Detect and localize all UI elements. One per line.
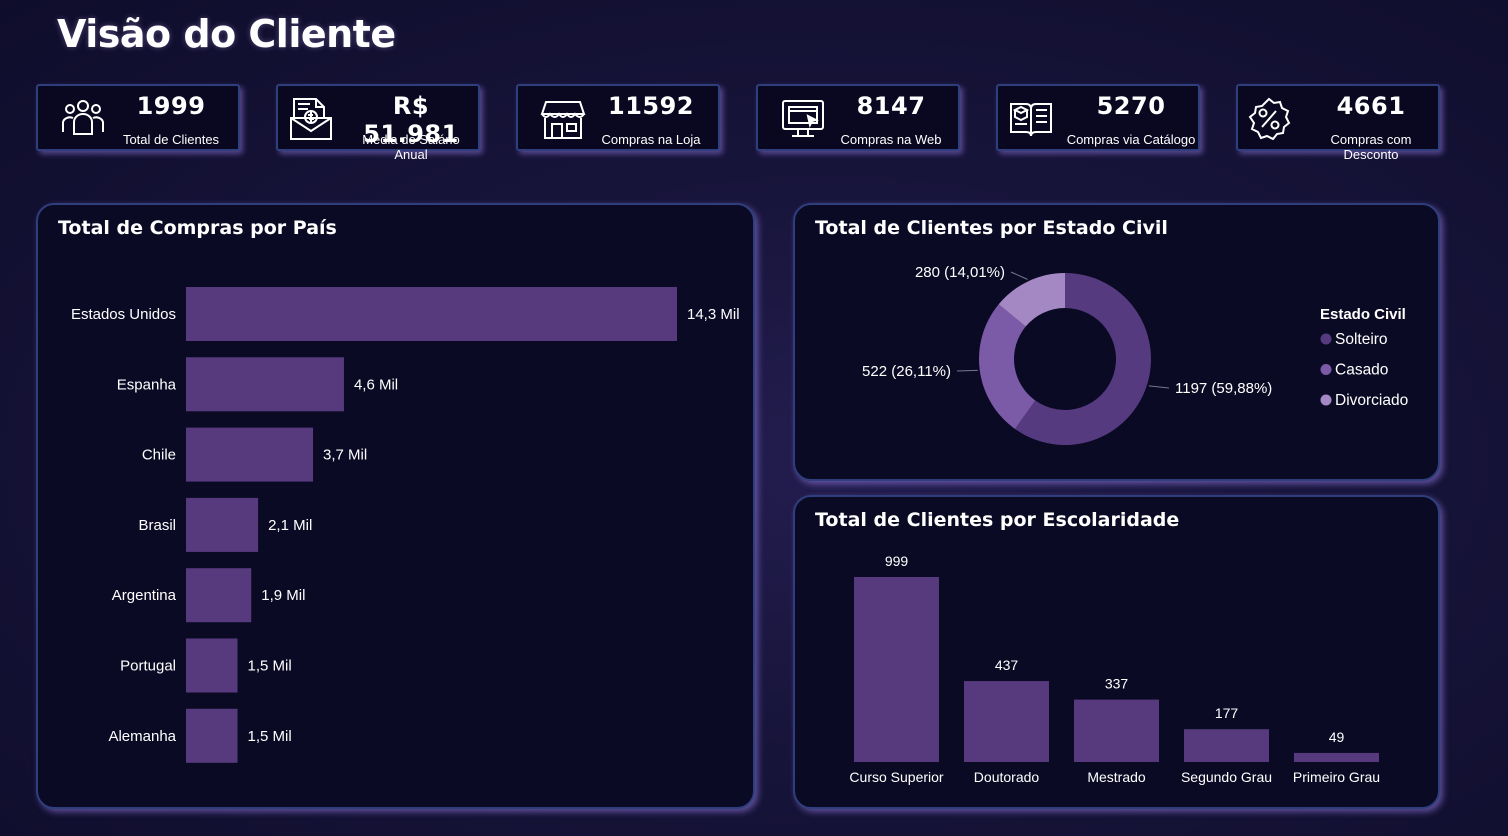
category-label: Segundo Grau bbox=[1181, 769, 1272, 785]
data-label: 1,5 Mil bbox=[248, 728, 292, 745]
legend-item: Casado bbox=[1335, 362, 1388, 379]
bar bbox=[1074, 699, 1159, 762]
bar bbox=[1294, 752, 1379, 762]
kpi-value: 11592 bbox=[608, 92, 694, 120]
kpi-label: Média de Salário Anual bbox=[362, 132, 460, 162]
legend-marker bbox=[1320, 333, 1332, 345]
data-label: 4,6 Mil bbox=[354, 376, 398, 393]
country-purchases-panel: Total de Compras por País Estados Unidos… bbox=[36, 203, 755, 809]
bar bbox=[964, 681, 1049, 762]
bar bbox=[1184, 729, 1269, 762]
legend-item: Divorciado bbox=[1335, 392, 1408, 409]
category-label: Espanha bbox=[117, 376, 177, 393]
data-label: 3,7 Mil bbox=[323, 447, 367, 464]
discount-badge-icon bbox=[1248, 97, 1291, 141]
data-label: 49 bbox=[1329, 729, 1345, 745]
kpi-label: Total de Clientes bbox=[122, 132, 220, 147]
kpi-card-compras-web[interactable]: 8147 Compras na Web bbox=[756, 84, 960, 151]
category-label: Alemanha bbox=[108, 728, 176, 745]
data-label: 1,5 Mil bbox=[248, 658, 292, 675]
store-icon bbox=[540, 101, 586, 139]
category-label: Primeiro Grau bbox=[1293, 769, 1380, 785]
kpi-value: 8147 bbox=[856, 92, 926, 120]
leader-line bbox=[1010, 271, 1028, 280]
kpi-value: 4661 bbox=[1336, 92, 1406, 120]
data-label: 1,9 Mil bbox=[261, 587, 305, 604]
category-label: Chile bbox=[142, 447, 176, 464]
leader-line bbox=[1148, 385, 1170, 389]
leader-line bbox=[956, 369, 978, 372]
catalog-book-icon bbox=[1010, 103, 1052, 137]
data-label: 999 bbox=[885, 553, 909, 569]
legend-item: Solteiro bbox=[1335, 331, 1388, 348]
kpi-label: Compras via Catálogo bbox=[1066, 132, 1196, 147]
kpi-value: 5270 bbox=[1096, 92, 1166, 120]
kpi-label: Compras com Desconto bbox=[1330, 132, 1412, 162]
web-monitor-icon bbox=[782, 100, 824, 137]
kpi-card-compras-loja[interactable]: 11592 Compras na Loja bbox=[516, 84, 720, 151]
data-label: 280 (14,01%) bbox=[915, 264, 1005, 281]
bar bbox=[186, 287, 677, 341]
legend-marker bbox=[1320, 364, 1332, 375]
category-label: Argentina bbox=[112, 587, 177, 604]
category-label: Brasil bbox=[138, 517, 176, 534]
legend-marker bbox=[1320, 394, 1332, 406]
category-label: Curso Superior bbox=[849, 769, 943, 785]
bar bbox=[186, 638, 238, 693]
bar bbox=[186, 357, 344, 412]
kpi-label: Compras na Loja bbox=[601, 132, 701, 147]
education-panel: Total de Clientes por Escolaridade 999 Cu… bbox=[793, 495, 1440, 809]
bar bbox=[854, 577, 939, 762]
category-label: Estados Unidos bbox=[71, 306, 176, 323]
category-label: Mestrado bbox=[1087, 769, 1146, 785]
salary-document-icon bbox=[290, 98, 332, 140]
kpi-label: Compras na Web bbox=[840, 132, 942, 147]
kpi-card-total-clientes[interactable]: 1999 Total de Clientes bbox=[36, 84, 240, 151]
data-label: 14,3 Mil bbox=[687, 306, 740, 323]
legend-title: Estado Civil bbox=[1320, 306, 1406, 323]
category-label: Portugal bbox=[120, 658, 176, 675]
data-label: 522 (26,11%) bbox=[862, 363, 951, 380]
kpi-card-media-salario[interactable]: R$ 51.981 Média de Salário Anual bbox=[276, 84, 480, 162]
bar bbox=[186, 708, 238, 763]
data-label: 177 bbox=[1215, 705, 1239, 721]
data-label: 2,1 Mil bbox=[268, 517, 312, 534]
bar bbox=[186, 427, 314, 482]
marital-donut-chart: 1197 (59,88%) 522 (26,11%) 280 (14,01%) Est… bbox=[862, 264, 1408, 445]
category-label: Doutorado bbox=[974, 769, 1040, 785]
marital-status-panel: Total de Clientes por Estado Civil 1197 … bbox=[793, 203, 1440, 481]
page-title: Visão do Cliente bbox=[57, 12, 396, 56]
education-bar-chart: 999 Curso Superior 437 Doutorado 337 Mestrado… bbox=[849, 553, 1380, 785]
bar bbox=[186, 497, 259, 552]
data-label: 437 bbox=[995, 657, 1019, 673]
data-label: 337 bbox=[1105, 676, 1129, 692]
kpi-card-compras-catalogo[interactable]: 5270 Compras via Catálogo bbox=[996, 84, 1200, 151]
kpi-card-compras-desconto[interactable]: 4661 Compras com Desconto bbox=[1236, 84, 1440, 162]
kpi-value: 1999 bbox=[136, 92, 206, 120]
country-bar-chart: Estados Unidos 14,3 Mil Espanha 4,6 Mil Chil… bbox=[71, 287, 740, 763]
bar bbox=[186, 568, 252, 623]
data-label: 1197 (59,88%) bbox=[1175, 380, 1272, 397]
people-icon bbox=[62, 100, 104, 135]
